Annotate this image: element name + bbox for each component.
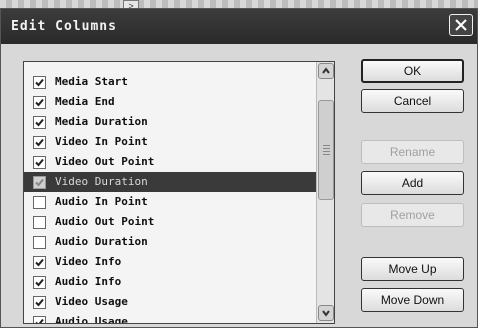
column-checkbox[interactable] bbox=[33, 316, 46, 323]
rename-button[interactable]: Rename bbox=[361, 140, 464, 164]
close-button[interactable] bbox=[449, 14, 473, 36]
checkmark-icon bbox=[35, 78, 44, 87]
column-list-item[interactable]: Video Duration bbox=[24, 172, 316, 192]
add-button[interactable]: Add bbox=[361, 171, 464, 195]
checkmark-icon bbox=[35, 318, 44, 323]
grip-line bbox=[323, 151, 330, 152]
column-label: Audio Info bbox=[55, 275, 122, 288]
column-list-item[interactable]: Audio Info bbox=[24, 272, 316, 292]
scroll-up-icon bbox=[322, 67, 330, 74]
scroll-up-button[interactable] bbox=[318, 63, 334, 79]
column-label: Audio Duration bbox=[55, 235, 148, 248]
column-checkbox[interactable] bbox=[33, 276, 46, 289]
cancel-button[interactable]: Cancel bbox=[361, 89, 464, 113]
grip-line bbox=[323, 154, 330, 155]
scrollbar-thumb[interactable] bbox=[318, 100, 334, 200]
column-list-item[interactable]: Media Start bbox=[24, 72, 316, 92]
column-label: Video In Point bbox=[55, 135, 148, 148]
close-icon bbox=[455, 19, 467, 31]
vertical-scrollbar[interactable] bbox=[316, 62, 334, 323]
column-label: Audio In Point bbox=[55, 195, 148, 208]
column-label: Video Info bbox=[55, 255, 122, 268]
dialog-titlebar[interactable]: Edit Columns bbox=[1, 9, 477, 44]
column-label: Video Usage bbox=[55, 295, 128, 308]
checkmark-icon bbox=[35, 138, 44, 147]
ok-button[interactable]: OK bbox=[361, 59, 464, 83]
column-list-item[interactable]: Audio Duration bbox=[24, 232, 316, 252]
column-label: Audio Usage bbox=[55, 315, 128, 324]
column-list-item[interactable]: Video Info bbox=[24, 252, 316, 272]
column-list-item[interactable]: Audio In Point bbox=[24, 192, 316, 212]
columns-listbox[interactable]: Media Start Media End Media Duration Video … bbox=[23, 61, 335, 324]
edit-columns-dialog: Edit Columns Media Start Media End Media D… bbox=[0, 8, 478, 328]
checkmark-icon bbox=[35, 178, 44, 187]
checkmark-icon bbox=[35, 118, 44, 127]
checkmark-icon bbox=[35, 298, 44, 307]
column-label: Video Out Point bbox=[55, 155, 155, 168]
column-checkbox[interactable] bbox=[33, 216, 46, 229]
column-checkbox[interactable] bbox=[33, 296, 46, 309]
remove-button[interactable]: Remove bbox=[361, 203, 464, 227]
column-list-item[interactable]: Media End bbox=[24, 92, 316, 112]
column-label: Media Start bbox=[55, 75, 128, 88]
scroll-down-icon bbox=[322, 310, 330, 317]
column-label: Media Duration bbox=[55, 115, 148, 128]
column-checkbox[interactable] bbox=[33, 76, 46, 89]
column-label: Video Duration bbox=[55, 175, 148, 188]
move-down-button[interactable]: Move Down bbox=[361, 288, 464, 312]
column-checkbox[interactable] bbox=[33, 156, 46, 169]
column-checkbox[interactable] bbox=[33, 256, 46, 269]
column-list-item[interactable]: Audio Usage bbox=[24, 312, 316, 324]
move-up-button[interactable]: Move Up bbox=[361, 257, 464, 281]
column-checkbox[interactable] bbox=[33, 96, 46, 109]
column-checkbox[interactable] bbox=[33, 236, 46, 249]
grip-line bbox=[323, 148, 330, 149]
checkmark-icon bbox=[35, 98, 44, 107]
grip-line bbox=[323, 145, 330, 146]
column-checkbox[interactable] bbox=[33, 176, 46, 189]
column-list-item[interactable]: Video Usage bbox=[24, 292, 316, 312]
checkmark-icon bbox=[35, 278, 44, 287]
column-list-item[interactable]: Media Duration bbox=[24, 112, 316, 132]
column-checkbox[interactable] bbox=[33, 136, 46, 149]
column-label: Media End bbox=[55, 95, 115, 108]
column-label: Audio Out Point bbox=[55, 215, 155, 228]
column-checkbox[interactable] bbox=[33, 196, 46, 209]
column-list-item[interactable]: Audio Out Point bbox=[24, 212, 316, 232]
checkmark-icon bbox=[35, 258, 44, 267]
column-checkbox[interactable] bbox=[33, 116, 46, 129]
dialog-title: Edit Columns bbox=[11, 19, 117, 34]
scroll-down-button[interactable] bbox=[318, 305, 334, 321]
column-list-item[interactable]: Video In Point bbox=[24, 132, 316, 152]
column-list-item[interactable]: Video Out Point bbox=[24, 152, 316, 172]
checkmark-icon bbox=[35, 158, 44, 167]
